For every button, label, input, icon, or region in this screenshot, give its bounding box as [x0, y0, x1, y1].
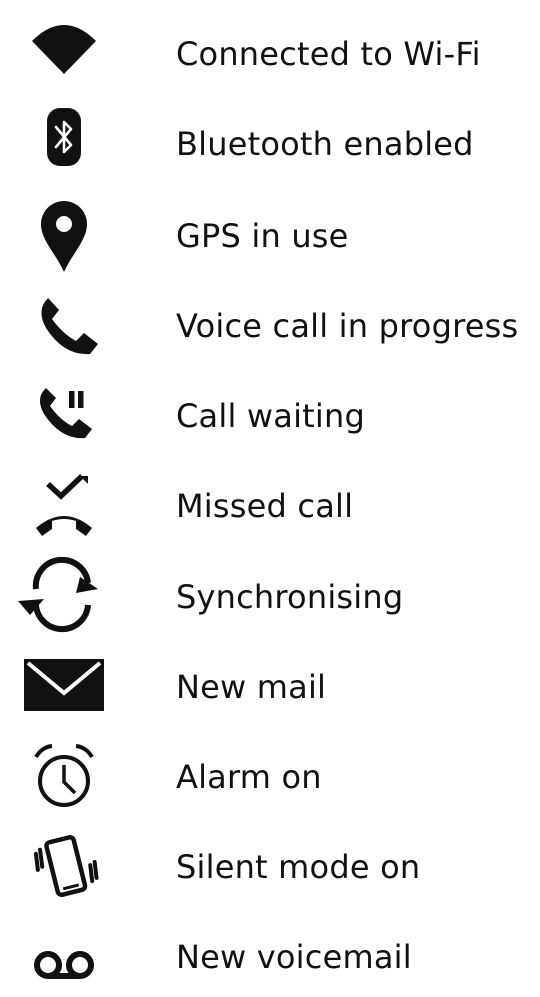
legend-item-mail: New mail	[0, 647, 540, 727]
legend-label: Alarm on	[176, 758, 322, 796]
legend-label: Call waiting	[176, 397, 366, 435]
location-pin-icon	[14, 196, 124, 276]
legend-label: Missed call	[176, 487, 354, 525]
call-waiting-icon	[14, 376, 124, 456]
legend-label: Connected to Wi-Fi	[176, 35, 481, 73]
legend-item-wifi: Connected to Wi-Fi	[0, 14, 540, 94]
legend-item-call-waiting: Call waiting	[0, 376, 540, 456]
status-icon-legend: Connected to Wi-Fi Bluetooth enabled GPS…	[0, 0, 540, 988]
legend-item-bluetooth: Bluetooth enabled	[0, 104, 540, 184]
legend-label: Silent mode on	[176, 848, 421, 886]
legend-label: Synchronising	[176, 578, 404, 616]
legend-item-alarm: Alarm on	[0, 737, 540, 817]
legend-item-silent-mode: Silent mode on	[0, 827, 540, 907]
legend-label: Bluetooth enabled	[176, 125, 474, 163]
sync-icon	[14, 557, 124, 637]
missed-call-icon	[14, 466, 124, 546]
legend-label: New mail	[176, 668, 327, 706]
alarm-clock-icon	[14, 737, 124, 817]
legend-item-voicemail: New voicemail	[0, 917, 540, 997]
legend-label: GPS in use	[176, 217, 349, 255]
legend-item-sync: Synchronising	[0, 557, 540, 637]
legend-label: Voice call in progress	[176, 307, 519, 345]
bluetooth-icon	[14, 104, 124, 184]
vibrate-icon	[14, 827, 124, 907]
wifi-icon	[14, 14, 124, 94]
mail-icon	[14, 647, 124, 727]
legend-item-voice-call: Voice call in progress	[0, 286, 540, 366]
voicemail-icon	[14, 917, 124, 997]
legend-item-gps: GPS in use	[0, 196, 540, 276]
phone-call-icon	[14, 286, 124, 366]
legend-item-missed-call: Missed call	[0, 466, 540, 546]
legend-label: New voicemail	[176, 938, 412, 976]
